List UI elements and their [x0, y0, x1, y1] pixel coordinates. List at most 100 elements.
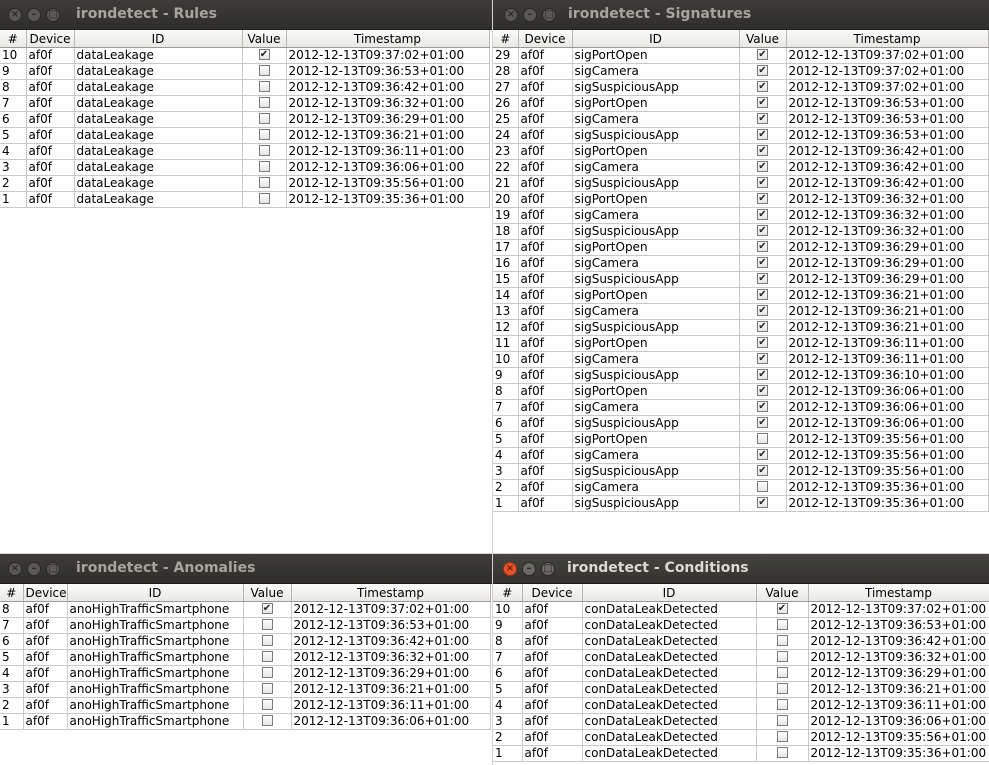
table-row[interactable]: 2 af0f sigCamera 2012-12-13T09:35:36+01:00: [493, 479, 989, 496]
minimize-icon[interactable]: –: [27, 562, 41, 576]
table-row[interactable]: 16af0fsigCamera 2012-12-13T09:36:29+01:00: [493, 255, 989, 272]
table-row[interactable]: 29af0fsigPortOpen 2012-12-13T09:37:02+01:…: [493, 47, 989, 64]
checked-checkbox[interactable]: [757, 385, 768, 396]
table-row[interactable]: 5 af0f anoHighTrafficSmartphone 2012-12-13T…: [0, 649, 491, 666]
table-row[interactable]: 3af0fsigSuspiciousApp 2012-12-13T09:35:56…: [493, 463, 989, 480]
unchecked-checkbox[interactable]: [258, 65, 270, 76]
checked-checkbox[interactable]: [757, 465, 768, 476]
checked-checkbox[interactable]: [757, 209, 768, 220]
table-row[interactable]: 27af0fsigSuspiciousApp 2012-12-13T09:37:0…: [493, 79, 989, 96]
table-row[interactable]: 6af0fsigSuspiciousApp 2012-12-13T09:36:06…: [493, 415, 989, 432]
minimize-icon[interactable]: –: [27, 8, 41, 22]
table-row[interactable]: 6 af0f conDataLeakDetected 2012-12-13T09:36…: [493, 665, 989, 682]
rules-titlebar[interactable]: × – □ irondetect - Rules: [0, 0, 492, 30]
table-row[interactable]: 20af0fsigPortOpen 2012-12-13T09:36:32+01:…: [493, 191, 989, 208]
close-icon[interactable]: ×: [504, 8, 518, 22]
table-row[interactable]: 24af0fsigSuspiciousApp 2012-12-13T09:36:5…: [493, 127, 989, 144]
table-row[interactable]: 14af0fsigPortOpen 2012-12-13T09:36:21+01:…: [493, 287, 989, 304]
column-header[interactable]: Value: [739, 30, 787, 48]
minimize-icon[interactable]: –: [523, 8, 537, 22]
table-row[interactable]: 10af0fsigCamera 2012-12-13T09:36:11+01:00: [493, 351, 989, 368]
checked-checkbox[interactable]: [757, 321, 768, 332]
checked-checkbox[interactable]: [757, 177, 768, 188]
checked-checkbox[interactable]: [757, 337, 768, 348]
unchecked-checkbox[interactable]: [261, 699, 273, 710]
table-row[interactable]: 22af0fsigCamera 2012-12-13T09:36:42+01:00: [493, 159, 989, 176]
unchecked-checkbox[interactable]: [776, 667, 788, 678]
table-row[interactable]: 21af0fsigSuspiciousApp 2012-12-13T09:36:4…: [493, 175, 989, 192]
table-row[interactable]: 4 af0f anoHighTrafficSmartphone 2012-12-13T…: [0, 665, 491, 682]
unchecked-checkbox[interactable]: [261, 715, 273, 726]
checked-checkbox[interactable]: [757, 129, 768, 140]
table-row[interactable]: 8 af0f conDataLeakDetected 2012-12-13T09:36…: [493, 633, 989, 650]
table-row[interactable]: 19af0fsigCamera 2012-12-13T09:36:32+01:00: [493, 207, 989, 224]
table-row[interactable]: 8 af0f dataLeakage 2012-12-13T09:36:42+01:0…: [0, 79, 490, 96]
checked-checkbox[interactable]: [757, 353, 768, 364]
anomalies-table-area[interactable]: # Device ID Value Timestamp 8 af0f anoHighTraff…: [0, 584, 492, 765]
maximize-icon[interactable]: □: [541, 562, 555, 576]
checked-checkbox[interactable]: [757, 225, 768, 236]
unchecked-checkbox[interactable]: [261, 683, 273, 694]
column-header[interactable]: #: [493, 30, 519, 48]
checked-checkbox[interactable]: [776, 603, 788, 614]
unchecked-checkbox[interactable]: [258, 177, 270, 188]
table-row[interactable]: 2 af0f dataLeakage 2012-12-13T09:35:56+01:0…: [0, 175, 490, 192]
checked-checkbox[interactable]: [757, 417, 768, 428]
close-icon[interactable]: ×: [8, 8, 22, 22]
checked-checkbox[interactable]: [757, 273, 768, 284]
table-row[interactable]: 4 af0f conDataLeakDetected 2012-12-13T09:36…: [493, 697, 989, 714]
table-row[interactable]: 7 af0f conDataLeakDetected 2012-12-13T09:36…: [493, 649, 989, 666]
table-row[interactable]: 25af0fsigCamera 2012-12-13T09:36:53+01:00: [493, 111, 989, 128]
unchecked-checkbox[interactable]: [258, 161, 270, 172]
table-row[interactable]: 1 af0f conDataLeakDetected 2012-12-13T09:35…: [493, 745, 989, 762]
column-header[interactable]: Device: [26, 30, 75, 48]
unchecked-checkbox[interactable]: [776, 619, 788, 630]
unchecked-checkbox[interactable]: [776, 699, 788, 710]
table-row[interactable]: 5 af0f dataLeakage 2012-12-13T09:36:21+01:0…: [0, 127, 490, 144]
conditions-titlebar[interactable]: × – □ irondetect - Conditions: [493, 554, 989, 584]
table-row[interactable]: 4 af0f dataLeakage 2012-12-13T09:36:11+01:0…: [0, 143, 490, 160]
checked-checkbox[interactable]: [757, 145, 768, 156]
column-header[interactable]: Timestamp: [808, 584, 989, 602]
checked-checkbox[interactable]: [757, 65, 768, 76]
column-header[interactable]: ID: [582, 584, 757, 602]
table-row[interactable]: 9 af0f conDataLeakDetected 2012-12-13T09:36…: [493, 617, 989, 634]
table-row[interactable]: 28af0fsigCamera 2012-12-13T09:37:02+01:00: [493, 63, 989, 80]
table-row[interactable]: 5 af0f sigPortOpen 2012-12-13T09:35:56+01:0…: [493, 431, 989, 448]
checked-checkbox[interactable]: [757, 449, 768, 460]
table-row[interactable]: 4af0fsigCamera 2012-12-13T09:35:56+01:00: [493, 447, 989, 464]
signatures-table-area[interactable]: # Device ID Value Timestamp 29 af0f sigPortOpen…: [493, 30, 989, 553]
column-header[interactable]: #: [0, 30, 27, 48]
unchecked-checkbox[interactable]: [258, 193, 270, 204]
table-row[interactable]: 7af0fsigCamera 2012-12-13T09:36:06+01:00: [493, 399, 989, 416]
table-row[interactable]: 8af0fsigPortOpen 2012-12-13T09:36:06+01:0…: [493, 383, 989, 400]
checked-checkbox[interactable]: [757, 257, 768, 268]
unchecked-checkbox[interactable]: [757, 481, 768, 492]
column-header[interactable]: ID: [67, 584, 244, 602]
anomalies-titlebar[interactable]: × – □ irondetect - Anomalies: [0, 554, 492, 584]
column-header[interactable]: Value: [242, 30, 287, 48]
checked-checkbox[interactable]: [757, 401, 768, 412]
table-row[interactable]: 2 af0f anoHighTrafficSmartphone 2012-12-13T…: [0, 697, 491, 714]
conditions-table-area[interactable]: # Device ID Value Timestamp 10 af0f conDataLeak…: [493, 584, 989, 765]
table-row[interactable]: 9 af0f dataLeakage 2012-12-13T09:36:53+01:0…: [0, 63, 490, 80]
table-row[interactable]: 3 af0f anoHighTrafficSmartphone 2012-12-13T…: [0, 681, 491, 698]
column-header[interactable]: ID: [572, 30, 740, 48]
table-row[interactable]: 11af0fsigPortOpen 2012-12-13T09:36:11+01:…: [493, 335, 989, 352]
column-header[interactable]: Value: [243, 584, 292, 602]
column-header[interactable]: Timestamp: [286, 30, 490, 48]
checked-checkbox[interactable]: [757, 113, 768, 124]
checked-checkbox[interactable]: [261, 603, 273, 614]
table-row[interactable]: 18af0fsigSuspiciousApp 2012-12-13T09:36:3…: [493, 223, 989, 240]
table-row[interactable]: 6 af0f anoHighTrafficSmartphone 2012-12-13T…: [0, 633, 491, 650]
table-row[interactable]: 5 af0f conDataLeakDetected 2012-12-13T09:36…: [493, 681, 989, 698]
unchecked-checkbox[interactable]: [261, 651, 273, 662]
checked-checkbox[interactable]: [757, 81, 768, 92]
table-row[interactable]: 12af0fsigSuspiciousApp 2012-12-13T09:36:2…: [493, 319, 989, 336]
unchecked-checkbox[interactable]: [776, 731, 788, 742]
column-header[interactable]: Device: [23, 584, 68, 602]
unchecked-checkbox[interactable]: [261, 667, 273, 678]
checked-checkbox[interactable]: [757, 49, 768, 60]
table-row[interactable]: 10af0fconDataLeakDetected 2012-12-13T09:3…: [493, 601, 989, 618]
unchecked-checkbox[interactable]: [261, 635, 273, 646]
